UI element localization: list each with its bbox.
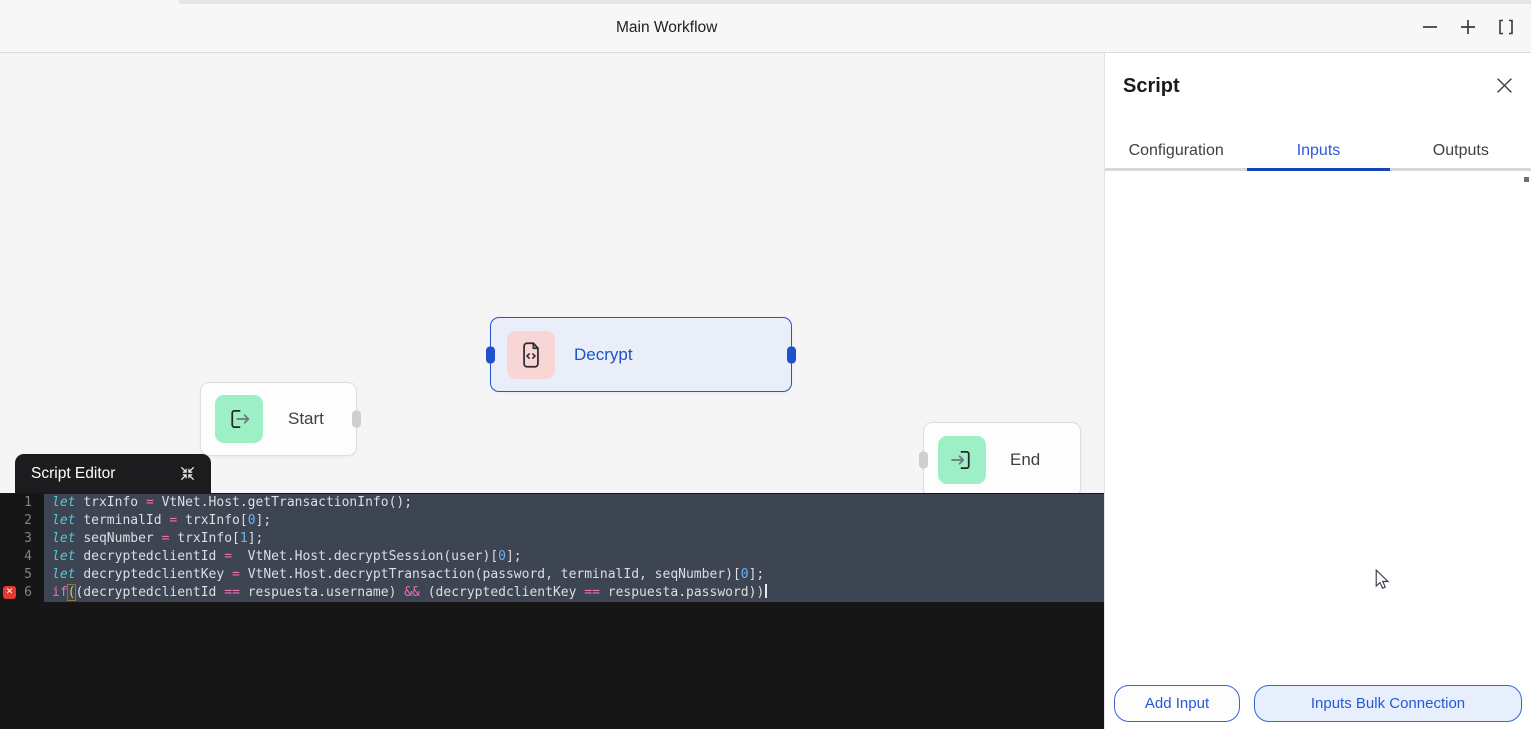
zoom-out-button[interactable] <box>1415 13 1445 41</box>
inputs-bulk-connection-button[interactable]: Inputs Bulk Connection <box>1254 685 1522 722</box>
line-number: 1 <box>0 494 44 512</box>
code-line[interactable]: if((decryptedclientId == respuesta.usern… <box>44 584 1104 602</box>
zoom-in-icon <box>1459 18 1477 36</box>
line-number: 2 <box>0 512 44 530</box>
code-file-icon <box>507 331 555 379</box>
line-number: 3 <box>0 530 44 548</box>
tab-inputs[interactable]: Inputs <box>1247 131 1389 171</box>
start-arrow-icon <box>215 395 263 443</box>
code-line[interactable]: let decryptedclientKey = VtNet.Host.decr… <box>44 566 1104 584</box>
code-line[interactable]: let decryptedclientId = VtNet.Host.decry… <box>44 548 1104 566</box>
line-number: 5 <box>0 566 44 584</box>
code-line[interactable]: let terminalId = trxInfo[0]; <box>44 512 1104 530</box>
panel-title: Script <box>1123 75 1180 98</box>
panel-tabs: Configuration Inputs Outputs <box>1105 131 1531 171</box>
script-editor-tab[interactable]: Script Editor <box>15 454 211 493</box>
code-editor[interactable]: 12345✕6 let trxInfo = VtNet.Host.getTran… <box>0 493 1104 729</box>
close-panel-button[interactable] <box>1496 77 1513 94</box>
add-input-button[interactable]: Add Input <box>1114 685 1240 722</box>
close-icon <box>1496 77 1513 94</box>
top-bar: Main Workflow <box>0 0 1531 53</box>
error-icon: ✕ <box>3 586 16 599</box>
canvas-controls <box>1415 13 1521 41</box>
fit-view-button[interactable] <box>1491 13 1521 41</box>
line-number: ✕6 <box>0 584 44 602</box>
node-decrypt[interactable]: Decrypt <box>490 317 792 392</box>
script-editor: Script Editor 12345✕6 let trxInfo = VtNe… <box>0 454 1104 729</box>
collapse-icon[interactable] <box>179 465 196 482</box>
text-caret <box>765 584 767 598</box>
code-line[interactable]: let trxInfo = VtNet.Host.getTransactionI… <box>44 494 1104 512</box>
script-editor-title: Script Editor <box>31 465 115 483</box>
decrypt-output-handle[interactable] <box>787 346 796 363</box>
zoom-out-icon <box>1421 18 1439 36</box>
line-number: 4 <box>0 548 44 566</box>
decrypt-input-handle[interactable] <box>486 346 495 363</box>
script-config-panel: Script Configuration Inputs Outputs Add … <box>1104 53 1531 729</box>
start-output-handle[interactable] <box>352 411 361 428</box>
zoom-in-button[interactable] <box>1453 13 1483 41</box>
scrollbar-thumb[interactable] <box>1524 177 1529 182</box>
workflow-title: Main Workflow <box>616 19 717 37</box>
gutter: 12345✕6 <box>0 493 44 729</box>
node-label: Start <box>288 409 324 429</box>
fit-view-icon <box>1497 18 1515 36</box>
top-edge-strip <box>179 0 1531 4</box>
panel-footer: Add Input Inputs Bulk Connection <box>1114 685 1522 722</box>
tab-outputs[interactable]: Outputs <box>1390 131 1531 168</box>
code-line[interactable]: let seqNumber = trxInfo[1]; <box>44 530 1104 548</box>
code-lines[interactable]: let trxInfo = VtNet.Host.getTransactionI… <box>44 493 1104 729</box>
tab-configuration[interactable]: Configuration <box>1105 131 1247 168</box>
node-label: Decrypt <box>574 345 633 365</box>
node-start[interactable]: Start <box>200 382 357 456</box>
